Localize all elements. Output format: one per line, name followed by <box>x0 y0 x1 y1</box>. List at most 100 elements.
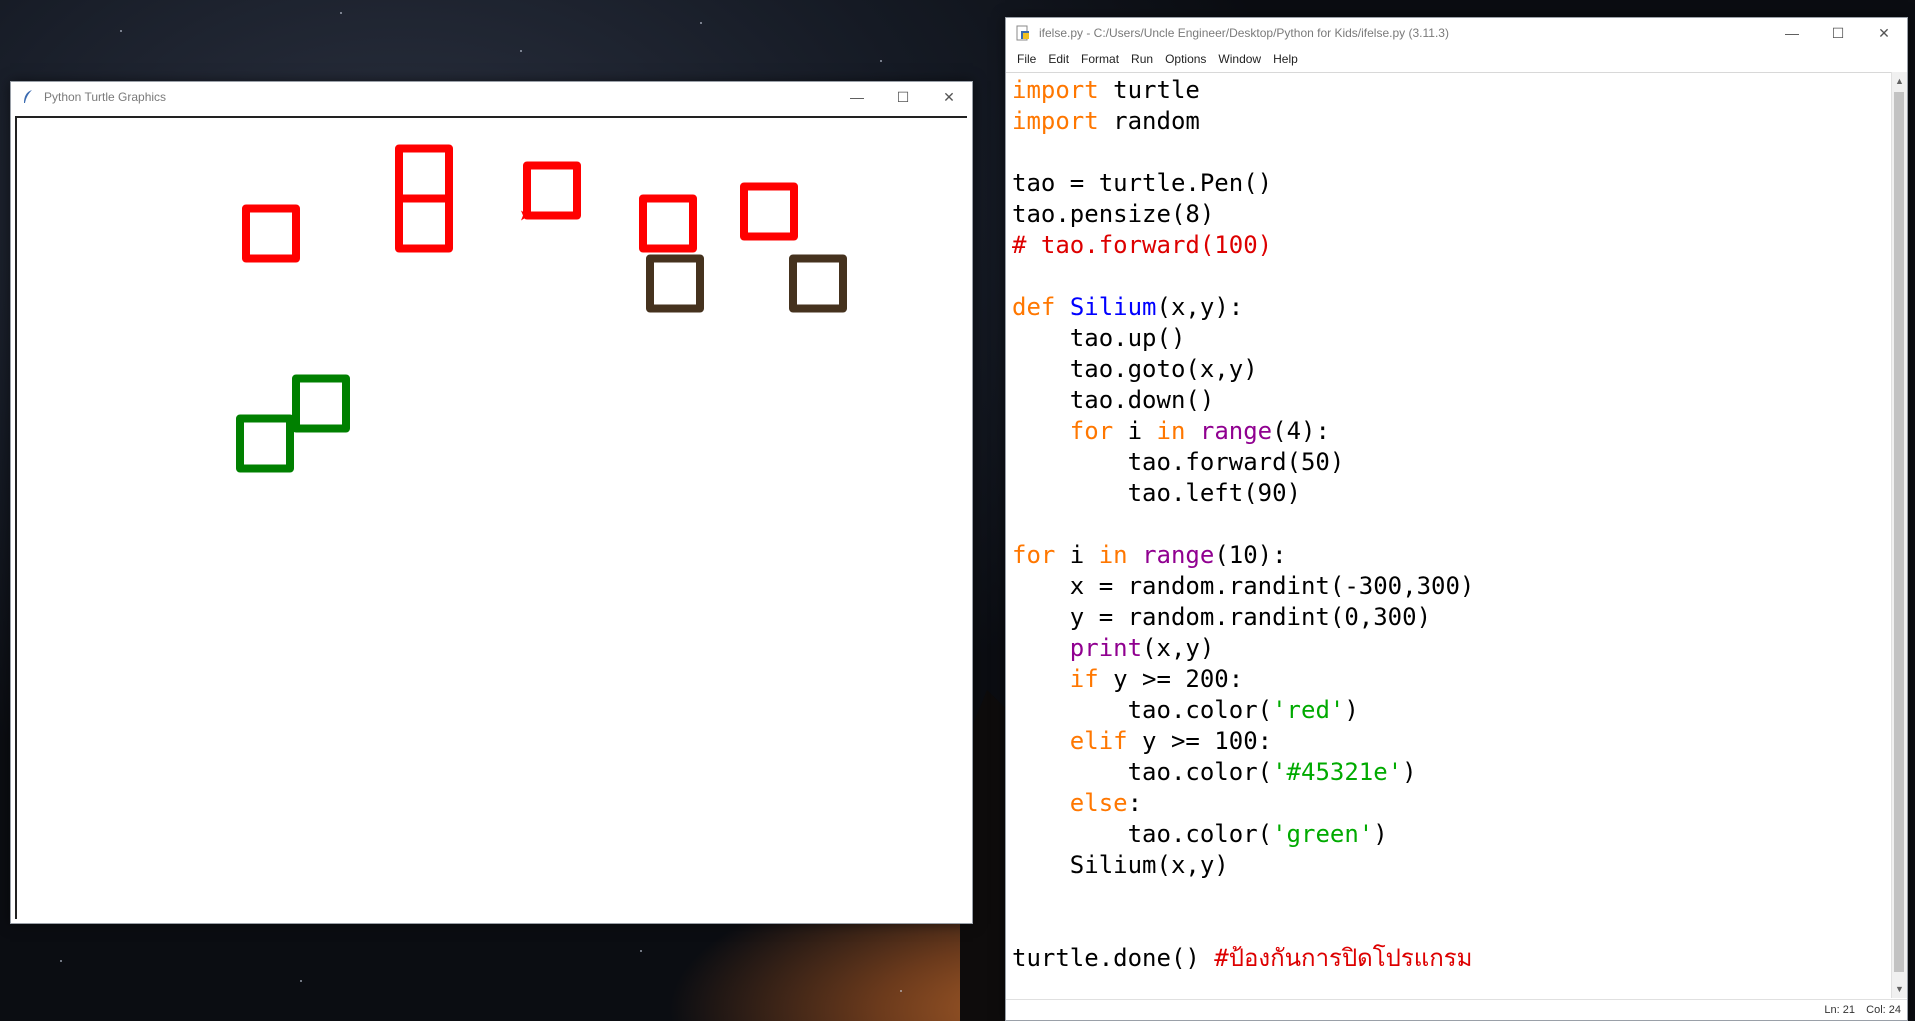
feather-icon <box>20 89 36 105</box>
keyword: else <box>1069 789 1128 817</box>
turtle-titlebar[interactable]: Python Turtle Graphics — ☐ ✕ <box>11 82 972 112</box>
string-literal: 'red' <box>1272 696 1345 724</box>
drawn-square <box>292 374 350 433</box>
menu-options[interactable]: Options <box>1159 52 1212 66</box>
code-line: else: <box>1012 789 1142 817</box>
code-text-segment: (x,y) <box>1142 634 1215 662</box>
minimize-button[interactable]: — <box>1769 18 1815 48</box>
keyword: in <box>1098 541 1128 569</box>
code-text-segment: tao.color( <box>1012 820 1273 848</box>
code-line: def Silium(x,y): <box>1012 293 1243 321</box>
menu-help[interactable]: Help <box>1267 52 1304 66</box>
builtin: range <box>1142 541 1215 569</box>
code-line: x = random.randint(-300,300) <box>1012 572 1475 600</box>
menu-edit[interactable]: Edit <box>1042 52 1075 66</box>
keyword: in <box>1156 417 1186 445</box>
drawn-square <box>639 194 697 253</box>
menu-bar: File Edit Format Run Options Window Help <box>1006 48 1907 70</box>
scroll-up-icon[interactable]: ▲ <box>1892 72 1907 90</box>
code-line: tao.color('red') <box>1012 696 1359 724</box>
code-line: y = random.randint(0,300) <box>1012 603 1432 631</box>
drawn-square <box>740 182 798 241</box>
code-line: import random <box>1012 107 1200 135</box>
code-line: tao.color('#45321e') <box>1012 758 1417 786</box>
menu-file[interactable]: File <box>1011 52 1042 66</box>
code-line: turtle.done() #ป้องกันการปิดโปรแกรม <box>1012 944 1473 972</box>
maximize-button[interactable]: ☐ <box>1815 18 1861 48</box>
close-button[interactable]: ✕ <box>1861 18 1907 48</box>
keyword: elif <box>1069 727 1128 755</box>
drawn-square <box>236 414 294 473</box>
code-text-segment: : <box>1127 789 1143 817</box>
code-line: for i in range(10): <box>1012 541 1287 569</box>
string-literal: 'green' <box>1272 820 1374 848</box>
python-file-icon <box>1015 25 1031 41</box>
turtle-drawing <box>236 144 847 473</box>
minimize-button[interactable]: — <box>834 82 880 112</box>
code-line: import turtle <box>1012 76 1200 104</box>
code-text-segment: y >= 200: <box>1098 665 1244 693</box>
code-text-segment: (x,y): <box>1156 293 1244 321</box>
scrollbar-thumb[interactable] <box>1894 92 1904 972</box>
code-text-segment: turtle <box>1098 76 1200 104</box>
idle-titlebar[interactable]: ifelse.py - C:/Users/Uncle Engineer/Desk… <box>1006 18 1907 48</box>
code-comment: #ป้องกันการปิดโปรแกรม <box>1214 944 1473 972</box>
star <box>520 50 522 52</box>
keyword: import <box>1012 107 1099 135</box>
code-line: tao.color('green') <box>1012 820 1388 848</box>
star <box>900 990 902 992</box>
code-line: Silium(x,y) <box>1012 851 1229 879</box>
code-line: tao = turtle.Pen() <box>1012 169 1273 197</box>
code-line: print(x,y) <box>1012 634 1215 662</box>
turtle-graphics-window: Python Turtle Graphics — ☐ ✕ <box>10 81 973 924</box>
code-line: tao.forward(50) <box>1012 448 1345 476</box>
keyword: def <box>1012 293 1056 321</box>
turtle-canvas[interactable] <box>15 116 967 919</box>
vertical-scrollbar[interactable]: ▲ ▼ <box>1891 72 1907 998</box>
star <box>300 980 302 982</box>
star <box>880 60 882 62</box>
code-line: elif y >= 100: <box>1012 727 1272 755</box>
menu-window[interactable]: Window <box>1212 52 1267 66</box>
code-text-segment: i <box>1113 417 1157 445</box>
menu-run[interactable]: Run <box>1125 52 1159 66</box>
menu-format[interactable]: Format <box>1075 52 1125 66</box>
code-text-segment: (10): <box>1214 541 1287 569</box>
code-text-segment: i <box>1055 541 1099 569</box>
status-line: Ln: 21 <box>1824 1004 1855 1016</box>
keyword: import <box>1012 76 1099 104</box>
code-text-segment: tao.color( <box>1012 696 1273 724</box>
drawn-square <box>395 194 453 253</box>
window-title: ifelse.py - C:/Users/Uncle Engineer/Desk… <box>1039 26 1449 40</box>
code-text: import turtle import random tao = turtle… <box>1012 75 1474 974</box>
code-text-segment: turtle.done() <box>1012 944 1215 972</box>
idle-editor-window: ifelse.py - C:/Users/Uncle Engineer/Desk… <box>1005 17 1908 1021</box>
drawn-square <box>242 204 300 263</box>
maximize-button[interactable]: ☐ <box>880 82 926 112</box>
star <box>60 960 62 962</box>
code-text-segment: (4): <box>1272 417 1330 445</box>
builtin: range <box>1199 417 1273 445</box>
code-text-segment <box>1185 417 1199 445</box>
drawn-square <box>646 254 704 313</box>
function-name: Silium <box>1069 293 1157 321</box>
status-column: Col: 24 <box>1866 1004 1901 1016</box>
keyword: for <box>1069 417 1114 445</box>
scroll-down-icon[interactable]: ▼ <box>1892 980 1907 998</box>
status-bar: Ln: 21 Col: 24 <box>1006 999 1907 1020</box>
code-text-segment: tao.color( <box>1012 758 1273 786</box>
code-text-segment: ) <box>1373 820 1388 848</box>
code-text-segment <box>1128 541 1142 569</box>
code-text-segment: ) <box>1402 758 1417 786</box>
code-text-segment: y >= 100: <box>1127 727 1273 755</box>
code-line: tao.goto(x,y) <box>1012 355 1258 383</box>
code-line: tao.pensize(8) <box>1012 200 1215 228</box>
builtin: print <box>1069 634 1143 662</box>
close-button[interactable]: ✕ <box>926 82 972 112</box>
star <box>340 12 342 14</box>
code-editor[interactable]: import turtle import random tao = turtle… <box>1006 72 1892 999</box>
